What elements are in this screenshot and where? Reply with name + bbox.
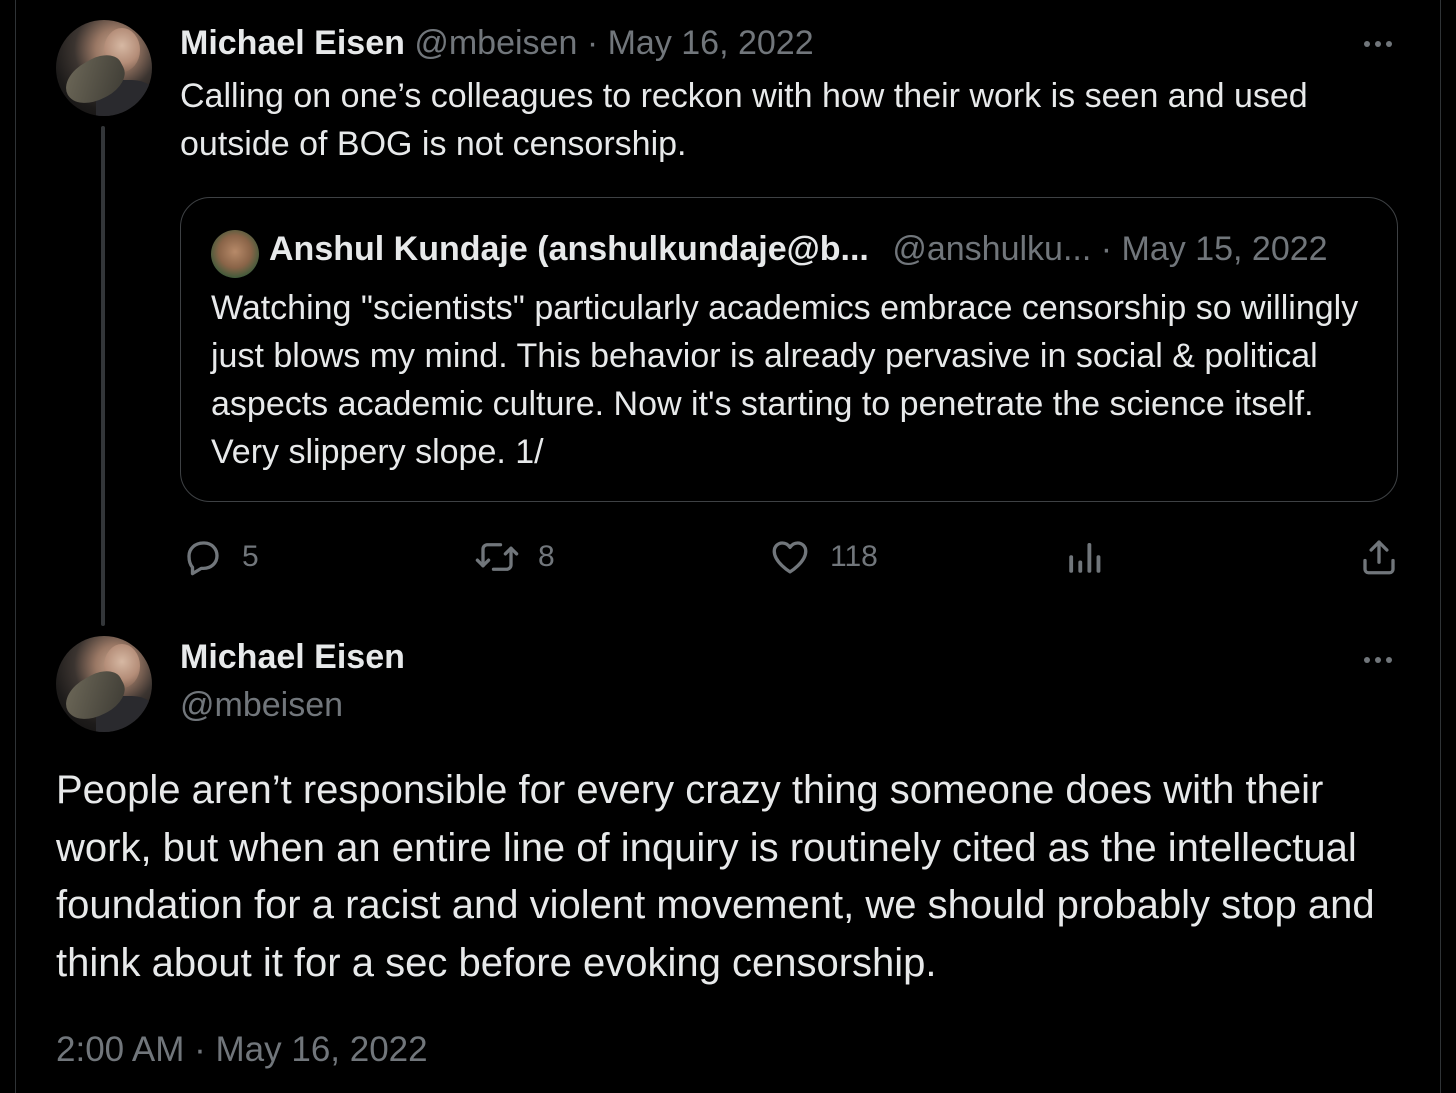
thread-connector-line: [101, 126, 105, 626]
author-handle[interactable]: @mbeisen: [180, 686, 343, 725]
repost-icon: [475, 543, 519, 571]
quoted-header-separator: ·: [1100, 230, 1113, 268]
like-button[interactable]: 118: [768, 532, 878, 582]
more-icon[interactable]: [1358, 650, 1398, 670]
avatar[interactable]: [56, 20, 152, 116]
quoted-tweet-card[interactable]: Anshul Kundaje (anshulkundaje@b... @ansh…: [180, 197, 1398, 502]
author-name[interactable]: Michael Eisen: [180, 638, 405, 676]
views-button[interactable]: [1064, 532, 1106, 582]
main-author-name-wrap: Michael Eisen: [180, 638, 405, 677]
quoted-author-name: Anshul Kundaje (anshulkundaje@b...: [269, 230, 869, 268]
left-border: [15, 0, 16, 1093]
avatar[interactable]: [56, 636, 152, 732]
quoted-tweet-header: Anshul Kundaje (anshulkundaje@b... @ansh…: [269, 230, 1328, 269]
tweet-text: People aren’t responsible for every craz…: [56, 768, 1375, 985]
share-icon: [1363, 540, 1395, 575]
quoted-author-handle: @anshulku...: [892, 230, 1092, 268]
header-separator: ·: [586, 24, 599, 62]
more-icon[interactable]: [1358, 34, 1398, 54]
like-count: 118: [830, 540, 878, 573]
tweet-date[interactable]: May 16, 2022: [608, 24, 814, 62]
reply-count: 5: [242, 540, 259, 573]
right-border: [1440, 0, 1441, 1093]
tweet-timestamp[interactable]: 2:00 AM · May 16, 2022: [56, 1030, 428, 1070]
author-name[interactable]: Michael Eisen: [180, 24, 405, 62]
reply-button[interactable]: 5: [182, 532, 259, 582]
quoted-avatar[interactable]: [211, 230, 259, 278]
repost-button[interactable]: 8: [474, 532, 555, 582]
tweet-text: Calling on one’s colleagues to reckon wi…: [180, 77, 1308, 163]
quoted-tweet-date: May 15, 2022: [1121, 230, 1328, 268]
quoted-tweet-text: Watching "scientists" particularly acade…: [211, 289, 1359, 471]
share-button[interactable]: [1358, 532, 1400, 582]
tweet-header: Michael Eisen @mbeisen · May 16, 2022: [180, 24, 814, 63]
like-icon: [772, 541, 808, 574]
reply-icon: [187, 541, 219, 576]
views-icon: [1069, 543, 1101, 573]
repost-count: 8: [538, 540, 555, 573]
author-handle[interactable]: @mbeisen: [414, 24, 577, 62]
